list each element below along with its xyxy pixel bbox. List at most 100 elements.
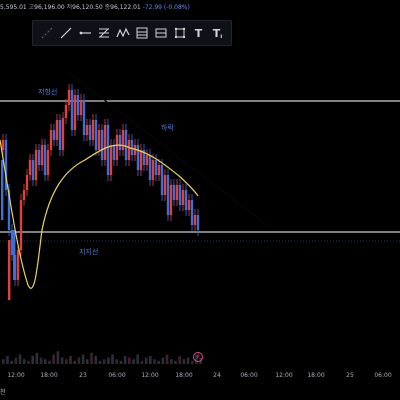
dashed-line-icon[interactable] [40,26,54,40]
candle-body [181,190,185,205]
volume-bar [90,352,93,364]
volume-bar [178,356,181,364]
time-tick: 24 [213,372,221,379]
candle-body [22,190,26,200]
candle-body [28,160,32,175]
time-tick: 23 [79,372,87,379]
volume-bar [2,359,5,364]
time-axis[interactable]: 12:00 18:00 23 06:00 12:00 18:00 24 06:00 12:00 1… [0,366,400,400]
volume-bar [23,359,26,364]
candle-body [187,200,191,210]
volume-bar [115,359,118,364]
rectangle-icon[interactable] [173,26,187,40]
volume-bar [86,359,89,364]
candle-body [64,105,68,118]
candle-body [70,90,74,130]
candle-body [118,135,122,150]
time-tick: 12:00 [7,372,25,379]
candle-body [46,150,50,175]
time-tick: 06:00 [108,372,126,379]
time-tick: 12:00 [275,372,293,379]
volume-bar [157,360,160,364]
candle-body [178,185,182,205]
time-tick: 06:00 [240,372,258,379]
volume-bar [35,352,39,364]
volume-bar [153,359,156,364]
volume-bar [73,360,76,364]
time-tick: 18:00 [40,372,58,379]
candle-body [145,155,149,165]
volume-bar [18,354,22,364]
volume-bar [144,357,148,364]
volume-bar [107,357,110,364]
volume-bar [69,356,72,364]
candle-body [151,160,155,180]
candle-body [166,175,170,215]
candle-body [40,145,44,165]
volume-bar [186,357,190,364]
alert-bolt-icon[interactable]: ⚡ [193,352,203,362]
candle-body [52,130,56,140]
candle-body [139,150,143,170]
candle-body [85,125,89,135]
volume-bar [191,360,194,364]
volume-bar [81,354,85,364]
horizontal-ray-icon[interactable] [78,26,92,40]
falling-label: 하락 [161,124,174,132]
candle-body [61,118,65,150]
candle-body [1,160,4,220]
time-tick: 12:00 [141,372,159,379]
candle-body [175,185,179,200]
volume-bar [182,359,186,364]
candle-body [76,95,80,115]
price-tag: 천 [0,389,6,396]
candle-body [8,240,11,300]
volume-bar [6,356,9,364]
candle-body [73,95,77,130]
volume-bar [77,357,81,364]
volume-bar [60,357,64,364]
time-tick: 18:00 [175,372,193,379]
candle-body [49,130,53,150]
time-tick: 18:00 [307,372,325,379]
candle-body [13,230,16,280]
measure-icon[interactable] [154,26,168,40]
volume-bar [56,351,60,364]
text-icon[interactable]: T [192,26,206,40]
trend-line-icon[interactable] [59,26,73,40]
volume-bar [132,359,135,364]
candle-body [37,150,41,165]
candle-body [1,140,5,150]
candle-body [127,140,131,160]
volume-bar [136,354,139,364]
candle-body [172,185,176,200]
candle-body [193,215,197,225]
pattern-icon[interactable] [135,26,149,40]
resistance-label: 저항선 [38,88,58,96]
candle-body [94,120,98,150]
volume-bar [123,356,127,364]
text-note-icon[interactable]: Tı [211,26,225,40]
volume-bar [161,357,165,364]
volume-bar [39,357,43,364]
volume-bar [65,359,68,364]
volume-bar [102,359,106,364]
brush-zigzag-icon[interactable] [115,26,130,40]
candle-body [169,185,173,215]
volume-bar [31,356,34,364]
volume-bar [98,360,102,364]
candle-body [67,90,71,105]
candle-body [34,150,38,180]
fib-retracement-icon[interactable] [97,26,111,40]
candle-body [91,120,95,140]
time-tick: 25 [346,372,354,379]
candle-body [82,100,86,135]
price-chart[interactable] [0,0,400,400]
candle-body [55,120,59,140]
candle-body [100,130,104,160]
candle-body [106,125,110,175]
volume-bar [149,356,152,364]
volume-bar [128,357,131,364]
support-label: 지지선 [79,248,99,256]
alert-bolt-glyph: ⚡ [195,352,201,361]
